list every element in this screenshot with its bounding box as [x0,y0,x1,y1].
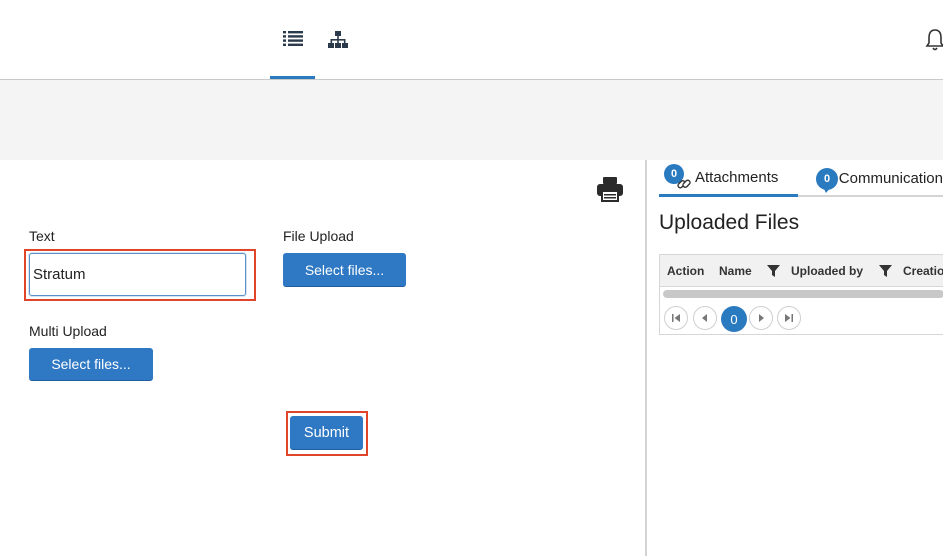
tab-attachments-label: Attachments [695,168,779,186]
file-upload-button[interactable]: Select files... [283,253,406,287]
speech-bubble-tail-icon [823,186,831,193]
header-band [0,80,943,160]
filter-icon[interactable] [879,265,892,277]
uploaded-files-grid: Action Name Uploaded by Creatio 0 [659,254,943,335]
tab-hierarchy-view[interactable] [315,0,360,79]
pager-first-button[interactable] [664,306,688,330]
column-header-action[interactable]: Action [667,264,704,278]
tab-list-view[interactable] [270,0,315,79]
pager-previous-button[interactable] [693,306,717,330]
tab-attachments[interactable]: 0 Attachments [659,160,798,197]
column-header-uploaded-by[interactable]: Uploaded by [791,264,863,278]
multi-upload-button[interactable]: Select files... [29,348,153,381]
uploaded-files-title: Uploaded Files [659,211,800,234]
next-page-icon [759,314,764,322]
multi-upload-label: Multi Upload [29,323,107,339]
filter-icon[interactable] [767,265,780,277]
printer-icon[interactable] [596,176,624,202]
previous-page-icon [702,314,707,322]
submit-button[interactable]: Submit [290,416,363,450]
column-header-creation[interactable]: Creatio [903,264,943,278]
first-page-icon [672,314,680,322]
hierarchy-icon [327,30,348,48]
pager-last-button[interactable] [777,306,801,330]
list-icon [282,31,303,46]
column-header-name[interactable]: Name [719,264,752,278]
grid-header: Action Name Uploaded by Creatio [660,255,943,287]
last-page-icon [785,314,793,322]
bell-icon[interactable] [925,28,943,52]
tab-strip-line [798,195,943,197]
pager-current-page[interactable]: 0 [721,306,747,332]
file-upload-label: File Upload [283,228,354,244]
top-navigation-bar [0,0,943,80]
tab-communication[interactable]: 0 Communication [799,160,943,197]
text-input[interactable] [29,253,246,296]
link-icon [677,179,691,189]
horizontal-scrollbar[interactable] [663,290,943,298]
tab-communication-label: Communication [838,170,943,187]
pager-next-button[interactable] [749,306,773,330]
text-field-label: Text [29,228,55,244]
